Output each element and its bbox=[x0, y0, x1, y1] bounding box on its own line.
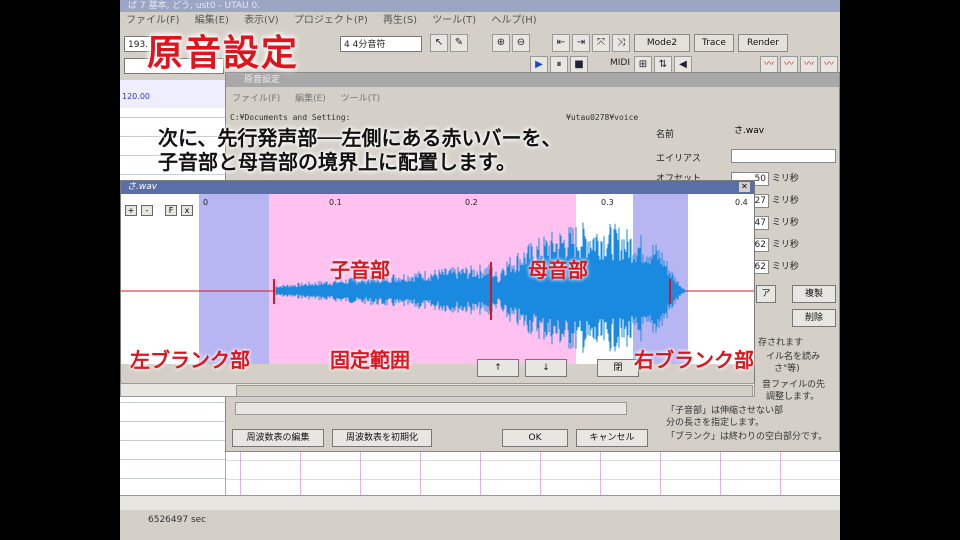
fit-button[interactable]: F bbox=[165, 205, 177, 216]
left-blank-region bbox=[199, 194, 269, 364]
pencil-icon[interactable]: ✎ bbox=[450, 34, 468, 52]
skip-start-icon[interactable]: ⇤ bbox=[552, 34, 570, 52]
window-title: ば 7 基本, どう, ust0 - UTAU 0. bbox=[120, 0, 840, 12]
waveform-plot[interactable]: 0 0.1 0.2 0.3 0.4 bbox=[121, 194, 754, 364]
ok-button[interactable]: OK bbox=[502, 429, 568, 447]
path-left: C:¥Documents and Setting: bbox=[230, 113, 351, 122]
waveform-title: さ.wav bbox=[121, 181, 754, 194]
name-value: さ.wav bbox=[731, 125, 836, 139]
zoom-in-button[interactable]: + bbox=[125, 205, 137, 216]
label-vowel: 母音部 bbox=[528, 258, 588, 282]
dialog-title: 原音設定 bbox=[226, 73, 839, 87]
skip-end-icon[interactable]: ⇥ bbox=[572, 34, 590, 52]
unit-5: ミリ秒 bbox=[771, 262, 799, 272]
note-8: 「ブランク」は終わりの空白部分です。 bbox=[666, 432, 828, 442]
label-left-blank: 左ブランク部 bbox=[130, 348, 250, 372]
dialog-menu-file[interactable]: ファイル(F) bbox=[232, 94, 280, 104]
side-button-1[interactable]: ア bbox=[756, 285, 776, 303]
join-icon[interactable]: ⤨ bbox=[612, 34, 630, 52]
dialog-menu: ファイル(F) 編集(E) ツール(T) bbox=[226, 91, 839, 105]
menu-project[interactable]: プロジェクト(P) bbox=[294, 15, 368, 26]
label-consonant: 子音部 bbox=[330, 258, 390, 282]
bottom-scrollbar[interactable] bbox=[120, 495, 840, 510]
status-text: 6526497 sec bbox=[148, 515, 207, 525]
reset-zoom-button[interactable]: x bbox=[181, 205, 193, 216]
ruler-value: 120.00 bbox=[122, 92, 150, 101]
note-3: さ"等) bbox=[774, 364, 800, 374]
tick-label-2: 0.2 bbox=[465, 198, 478, 207]
zoom-in-icon[interactable]: ⊕ bbox=[492, 34, 510, 52]
unit-3: ミリ秒 bbox=[771, 218, 799, 228]
label-right-blank: 右ブランク部 bbox=[634, 348, 754, 372]
tick-label-1: 0.1 bbox=[329, 198, 342, 207]
up-button[interactable]: ↑ bbox=[477, 359, 519, 377]
unit-4: ミリ秒 bbox=[771, 240, 799, 250]
unit-2: ミリ秒 bbox=[771, 196, 799, 206]
tick-label-0: 0 bbox=[203, 198, 208, 207]
name-label: 名前 bbox=[656, 130, 675, 140]
caption-line-1: 次に、先行発声部──左側にある赤いバーを、 bbox=[158, 126, 562, 150]
duplicate-button[interactable]: 複製 bbox=[792, 285, 836, 303]
close-icon[interactable]: ✕ bbox=[739, 182, 750, 192]
freq-edit-button[interactable]: 周波数表の編集 bbox=[232, 429, 324, 447]
menu-play[interactable]: 再生(S) bbox=[383, 15, 417, 26]
tempo-ruler: 120.00 bbox=[120, 80, 225, 108]
cancel-button[interactable]: キャンセル bbox=[576, 429, 648, 447]
status-bar: 6526497 sec bbox=[120, 495, 840, 540]
cursor-icon[interactable]: ↖ bbox=[430, 34, 448, 52]
waveform-scrollbar[interactable] bbox=[120, 383, 755, 397]
alias-label: エイリアス bbox=[656, 154, 702, 164]
alias-input[interactable] bbox=[731, 149, 836, 163]
mode2-button[interactable]: Mode2 bbox=[634, 34, 690, 52]
midi-label: MIDI bbox=[610, 58, 631, 68]
note-length-select[interactable]: 4 4分音符 bbox=[340, 36, 422, 52]
caption-line-2: 子音部と母音部の境界上に配置します。 bbox=[158, 150, 516, 174]
note-7: 分の長さを指定します。 bbox=[666, 418, 765, 428]
path-right: ¥utau0278¥voice bbox=[566, 113, 639, 122]
tick-label-4: 0.4 bbox=[735, 198, 748, 207]
dialog-menu-edit[interactable]: 編集(E) bbox=[295, 94, 326, 104]
dialog-menu-tools[interactable]: ツール(T) bbox=[341, 94, 381, 104]
scrollbar-thumb[interactable] bbox=[236, 385, 753, 397]
trace-button[interactable]: Trace bbox=[694, 34, 734, 52]
close-button[interactable]: 閉 bbox=[597, 359, 639, 377]
split-icon[interactable]: ⤧ bbox=[592, 34, 610, 52]
menu-tools[interactable]: ツール(T) bbox=[432, 15, 476, 26]
note-1: 存されます bbox=[758, 338, 804, 348]
down-button[interactable]: ↓ bbox=[525, 359, 567, 377]
zoom-out-button[interactable]: - bbox=[141, 205, 153, 216]
overlay-title: 原音設定 bbox=[147, 33, 300, 74]
menu-help[interactable]: ヘルプ(H) bbox=[491, 15, 536, 26]
tick-label-3: 0.3 bbox=[601, 198, 614, 207]
overlay-caption: 次に、先行発声部──左側にある赤いバーを、 子音部と母音部の境界上に配置します。 bbox=[158, 126, 561, 174]
label-fixed-range: 固定範囲 bbox=[330, 348, 410, 372]
delete-button[interactable]: 削除 bbox=[792, 309, 836, 327]
render-button[interactable]: Render bbox=[738, 34, 788, 52]
note-5: 調整します。 bbox=[766, 392, 820, 402]
unit-1: ミリ秒 bbox=[771, 174, 799, 184]
zoom-out-icon[interactable]: ⊖ bbox=[512, 34, 530, 52]
dialog-scrollbar[interactable] bbox=[235, 402, 627, 415]
freq-init-button[interactable]: 周波数表を初期化 bbox=[332, 429, 432, 447]
